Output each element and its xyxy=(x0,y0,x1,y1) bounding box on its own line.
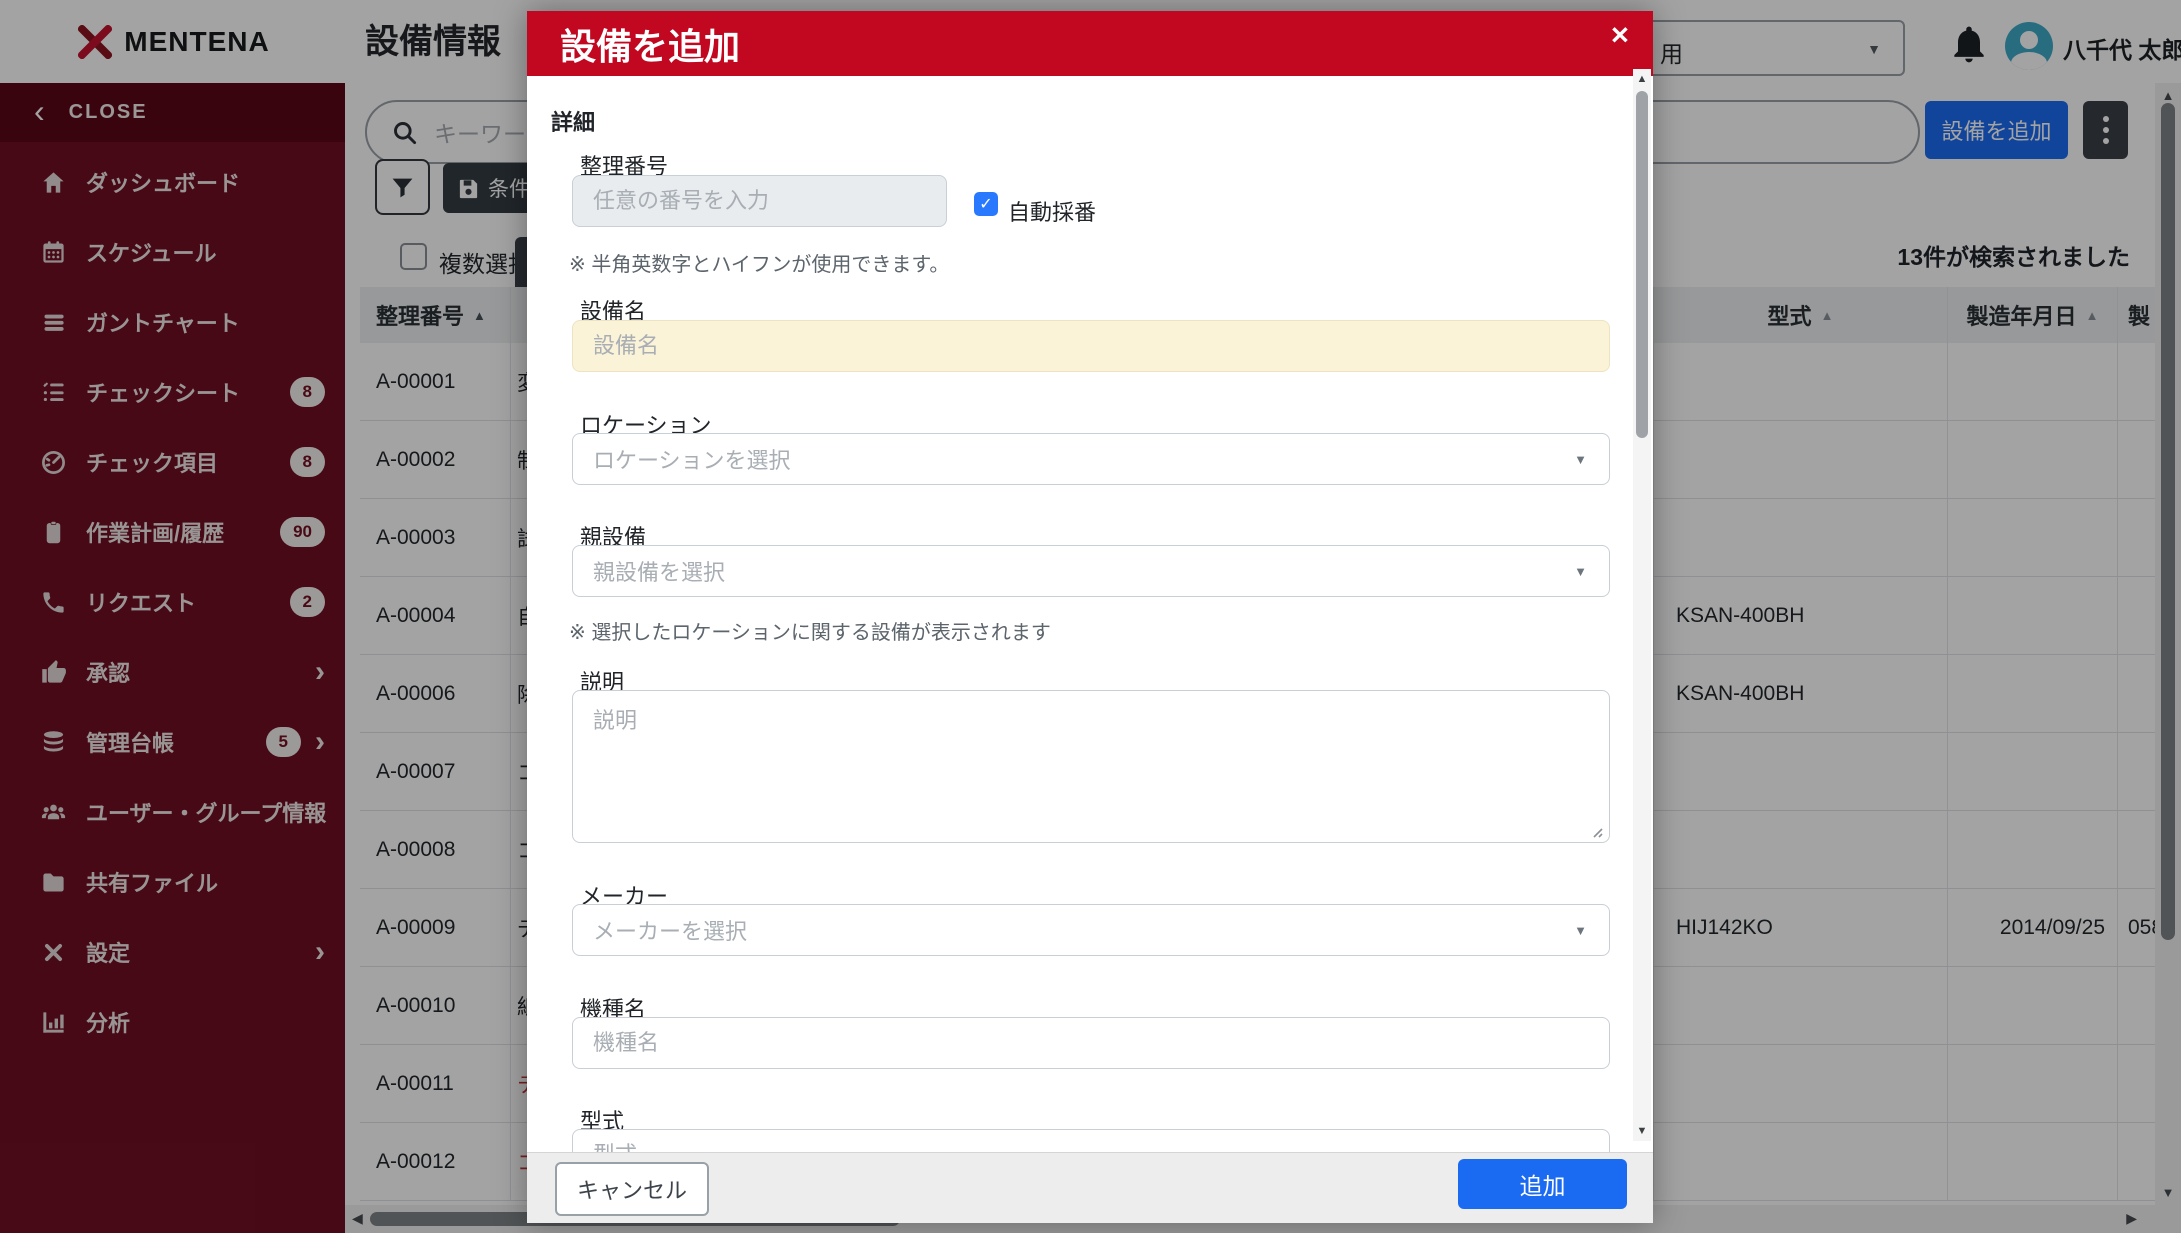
modal-scroll-thumb[interactable] xyxy=(1636,91,1648,438)
close-icon[interactable]: × xyxy=(1611,17,1629,53)
manufacturer-select[interactable]: メーカーを選択 ▼ xyxy=(572,904,1610,956)
modal-header: 設備を追加 × xyxy=(527,11,1653,76)
equipment-name-input[interactable] xyxy=(572,320,1610,372)
location-select[interactable]: ロケーションを選択 ▼ xyxy=(572,433,1610,485)
submit-label: 追加 xyxy=(1519,1173,1566,1199)
scroll-up-icon[interactable]: ▲ xyxy=(1633,73,1651,85)
cancel-button[interactable]: キャンセル xyxy=(555,1162,709,1216)
control-no-hint: ※ 半角英数字とハイフンが使用できます。 xyxy=(569,254,950,276)
screen: MENTENA ‹ CLOSE ダッシュボード スケジュール ガントチャート チ… xyxy=(0,0,2181,1233)
model-name-input[interactable] xyxy=(572,1017,1610,1069)
auto-number-checkbox[interactable]: ✓ xyxy=(974,192,998,216)
chevron-down-icon: ▼ xyxy=(1574,564,1587,579)
control-no-input[interactable] xyxy=(572,175,947,227)
modal-title: 設備を追加 xyxy=(560,25,741,67)
section-label: 詳細 xyxy=(551,110,596,135)
parent-equipment-hint: ※ 選択したロケーションに関する設備が表示されます xyxy=(569,622,1051,644)
manufacturer-placeholder: メーカーを選択 xyxy=(593,919,748,944)
scroll-down-icon[interactable]: ▼ xyxy=(1633,1125,1651,1137)
auto-number-label: 自動採番 xyxy=(1008,200,1097,225)
model-code-input[interactable] xyxy=(572,1129,1610,1152)
parent-equipment-select[interactable]: 親設備を選択 ▼ xyxy=(572,545,1610,597)
add-equipment-modal: 設備を追加 × 詳細 整理番号 ✓ 自動採番 ※ 半角英数字とハイフンが使用でき… xyxy=(527,11,1653,1223)
chevron-down-icon: ▼ xyxy=(1574,923,1587,938)
location-placeholder: ロケーションを選択 xyxy=(593,448,791,473)
check-icon: ✓ xyxy=(979,196,993,213)
modal-body: 詳細 整理番号 ✓ 自動採番 ※ 半角英数字とハイフンが使用できます。 設備名 … xyxy=(527,76,1653,1152)
resize-handle-icon[interactable] xyxy=(1589,824,1603,838)
description-textarea[interactable] xyxy=(572,690,1610,843)
modal-footer: キャンセル 追加 xyxy=(527,1152,1653,1223)
modal-scrollbar[interactable]: ▲ ▼ xyxy=(1633,69,1651,1141)
chevron-down-icon: ▼ xyxy=(1574,452,1587,467)
submit-button[interactable]: 追加 xyxy=(1458,1159,1627,1209)
cancel-label: キャンセル xyxy=(576,1178,687,1203)
parent-equipment-placeholder: 親設備を選択 xyxy=(593,560,726,585)
